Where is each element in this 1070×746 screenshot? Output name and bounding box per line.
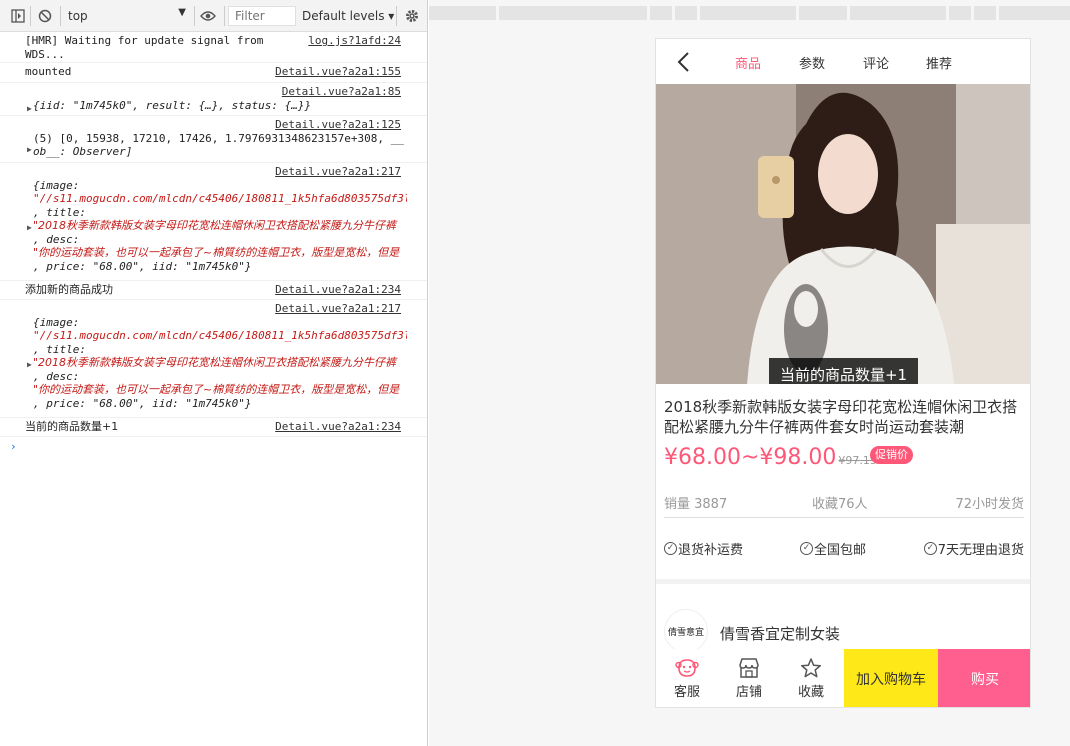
source-link[interactable]: Detail.vue?a2a1:234 <box>275 283 401 297</box>
mobile-page: 商品 参数 评论 推荐 当前的商品数量+1 2018秋季新款韩版女装字母印花宽松… <box>655 38 1031 708</box>
clear-console-icon[interactable] <box>37 8 53 24</box>
customer-service-button[interactable]: 客服 <box>656 649 718 707</box>
back-arrow-icon[interactable] <box>676 51 696 73</box>
star-icon <box>800 658 822 678</box>
service-item: ✓ 退货补运费 <box>664 539 743 558</box>
check-circle-icon: ✓ <box>800 542 813 555</box>
console-message: 当前的商品数量+1 Detail.vue?a2a1:234 <box>0 418 427 437</box>
console-toolbar: top ▼ Default levels ▾ <box>0 0 427 32</box>
toast-message: 当前的商品数量+1 <box>769 358 918 384</box>
shop-name[interactable]: 倩雪香宜定制女装 <box>720 623 840 644</box>
service-icon <box>675 659 699 677</box>
console-prompt[interactable]: › <box>0 437 427 457</box>
chevron-down-icon: ▼ <box>178 7 186 18</box>
filter-input[interactable] <box>228 6 296 26</box>
gear-icon[interactable] <box>404 8 420 24</box>
log-levels-dropdown[interactable]: Default levels ▾ <box>302 9 394 23</box>
favorites-count: 收藏76人 <box>812 497 868 512</box>
tab-recommend[interactable]: 推荐 <box>926 53 952 72</box>
add-to-cart-button[interactable]: 加入购物车 <box>844 649 938 707</box>
bottom-action-bar: 客服 店铺 收藏 加入购物车 购买 <box>656 649 1030 707</box>
console-message: mounted Detail.vue?a2a1:155 <box>0 63 427 83</box>
source-link[interactable]: Detail.vue?a2a1:234 <box>275 420 401 434</box>
sidebar-toggle-icon[interactable] <box>10 8 26 24</box>
device-viewport-area: 商品 参数 评论 推荐 当前的商品数量+1 2018秋季新款韩版女装字母印花宽松… <box>429 0 1070 746</box>
console-message: Detail.vue?a2a1:217 ▶ {image: "//s11.mog… <box>0 163 427 281</box>
sales-stats: 销量 3887 收藏76人 72小时发货 <box>664 493 1024 517</box>
console-message: 添加新的商品成功 Detail.vue?a2a1:234 <box>0 281 427 300</box>
console-message: Detail.vue?a2a1:125 ▶ (5) [0, 15938, 172… <box>0 116 427 163</box>
source-link[interactable]: log.js?1afd:24 <box>308 34 401 48</box>
service-list: ✓ 退货补运费 ✓ 全国包邮 ✓ 7天无理由退货 <box>664 539 1024 559</box>
buy-button[interactable]: 购买 <box>938 649 1030 707</box>
shipping-time: 72小时发货 <box>955 497 1024 512</box>
service-item: ✓ 7天无理由退货 <box>923 539 1024 558</box>
media-query-bar[interactable] <box>429 6 1070 20</box>
favorite-button[interactable]: 收藏 <box>780 649 842 707</box>
tab-params[interactable]: 参数 <box>799 53 825 72</box>
console-message: Detail.vue?a2a1:85 ▶ {iid: "1m745k0", re… <box>0 83 427 116</box>
tab-goods[interactable]: 商品 <box>735 53 761 72</box>
current-price: ¥68.00~¥98.00 <box>664 445 837 470</box>
devtools-console: top ▼ Default levels ▾ [HMR] Waiting for… <box>0 0 428 746</box>
shop-logo[interactable]: 倩雪意宜 <box>664 609 708 653</box>
source-link[interactable]: Detail.vue?a2a1:217 <box>33 302 407 316</box>
shop-button[interactable]: 店铺 <box>718 649 780 707</box>
price-row: ¥68.00~¥98.00 ¥97.15 <box>664 445 877 475</box>
eye-icon[interactable] <box>200 8 216 24</box>
source-link[interactable]: Detail.vue?a2a1:85 <box>33 85 407 99</box>
source-link[interactable]: Detail.vue?a2a1:155 <box>275 65 401 79</box>
console-log: [HMR] Waiting for update signal from WDS… <box>0 32 427 457</box>
section-gap <box>656 579 1030 584</box>
product-title: 2018秋季新款韩版女装字母印花宽松连帽休闲卫衣搭配松紧腰九分牛仔裤两件套女时尚… <box>664 398 1018 436</box>
product-image-carousel[interactable]: 当前的商品数量+1 <box>656 84 1030 384</box>
service-item: ✓ 全国包邮 <box>800 539 866 558</box>
detail-nav-bar: 商品 参数 评论 推荐 <box>656 39 1030 84</box>
store-icon <box>739 658 759 678</box>
expand-triangle-icon[interactable]: ▶ <box>27 358 32 372</box>
divider <box>664 517 1024 518</box>
product-photo <box>656 84 1030 384</box>
context-selector[interactable]: top ▼ <box>64 6 190 26</box>
console-message: [HMR] Waiting for update signal from WDS… <box>0 32 427 63</box>
console-message: Detail.vue?a2a1:217 ▶ {image: "//s11.mog… <box>0 300 427 418</box>
expand-triangle-icon[interactable]: ▶ <box>27 102 32 116</box>
tab-comments[interactable]: 评论 <box>863 53 889 72</box>
expand-triangle-icon[interactable]: ▶ <box>27 221 32 235</box>
source-link[interactable]: Detail.vue?a2a1:217 <box>33 165 407 179</box>
check-circle-icon: ✓ <box>664 542 677 555</box>
source-link[interactable]: Detail.vue?a2a1:125 <box>33 118 407 132</box>
sales-count: 销量 3887 <box>664 497 728 512</box>
promo-badge: 促销价 <box>870 446 913 464</box>
context-label: top <box>68 9 88 23</box>
check-circle-icon: ✓ <box>923 542 937 555</box>
expand-triangle-icon[interactable]: ▶ <box>27 143 32 157</box>
